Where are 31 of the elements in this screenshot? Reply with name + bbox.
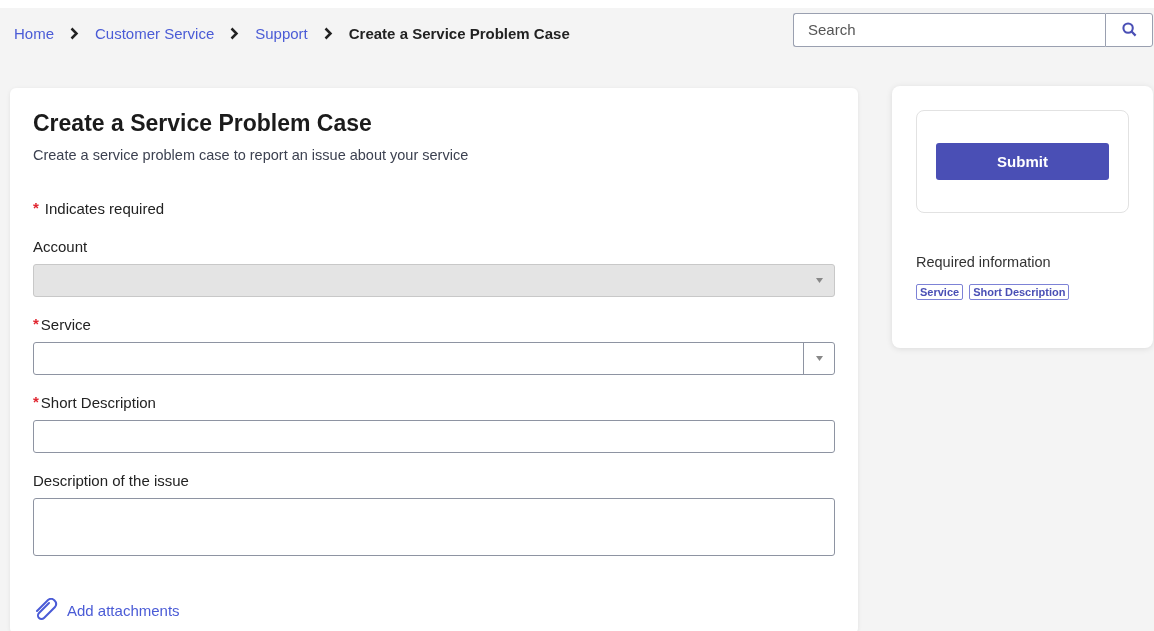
input-field[interactable] (33, 420, 835, 453)
paperclip-icon (33, 598, 59, 622)
search-icon (1121, 22, 1137, 37)
form-subtitle: Create a service problem case to report an issue about your service (33, 147, 470, 163)
field-label: Service (40, 316, 91, 333)
search-button[interactable] (1105, 12, 1153, 47)
required-mark: * (33, 200, 39, 215)
field-label: Short Description (40, 394, 156, 411)
field-label: Account (33, 238, 88, 255)
breadcrumb-current: Create a Service Problem Case (348, 25, 570, 42)
breadcrumb-link[interactable]: Customer Service (95, 25, 215, 42)
chevron-right-icon (70, 27, 79, 40)
chevron-right-icon (323, 27, 333, 40)
chevron-right-icon (230, 27, 240, 40)
breadcrumb-link[interactable]: Home (14, 25, 54, 42)
required-note: Indicates required (44, 200, 165, 217)
caret-icon (815, 356, 823, 361)
form-title: Create a Service Problem Case (33, 110, 373, 137)
required-tag: Short Description (969, 284, 1070, 300)
breadcrumb-link[interactable]: Support (255, 25, 308, 42)
search-field[interactable]: Search (793, 12, 1105, 47)
required-mark: * (33, 394, 39, 409)
submit-button[interactable]: Submit (936, 143, 1109, 180)
caret-icon (815, 278, 823, 283)
required-heading: Required information (916, 254, 1052, 270)
text-area[interactable] (33, 498, 835, 556)
add-attachments-link[interactable]: Add attachments (33, 598, 180, 622)
field-label: Description of the issue (33, 472, 189, 489)
required-mark: * (33, 316, 39, 331)
dropdown-field[interactable] (33, 342, 835, 375)
required-tag: Service (916, 284, 964, 300)
